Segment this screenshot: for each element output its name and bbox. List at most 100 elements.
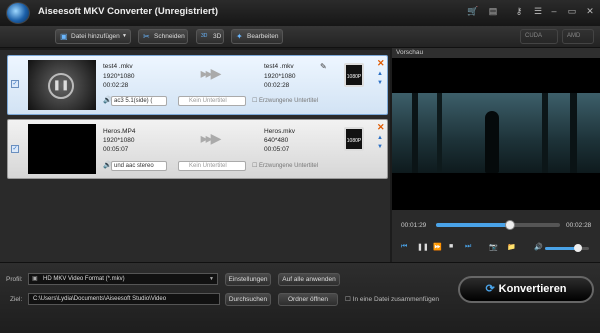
forced-subtitle-label: Erzwungene Untertitel xyxy=(259,163,319,169)
source-resolution: 1920*1080 xyxy=(103,137,135,144)
output-resolution: 640*480 xyxy=(264,137,289,144)
profile-format-icon: ▣ xyxy=(32,276,38,282)
edit-icon: ✦ xyxy=(236,32,243,41)
source-filename: test4 .mkv xyxy=(103,63,133,70)
scissors-icon: ✂ xyxy=(143,32,150,41)
close-icon[interactable]: ✕ xyxy=(584,5,596,17)
open-folder-button[interactable]: Ordner öffnen xyxy=(278,293,338,306)
source-duration: 00:05:07 xyxy=(103,146,129,153)
app-logo-icon xyxy=(6,2,30,24)
output-filename: Heros.mkv xyxy=(264,128,296,135)
chevron-down-icon: ▼ xyxy=(209,276,214,282)
subtitle-select[interactable]: Kein Untertitel xyxy=(178,161,246,171)
profile-label: Profil: xyxy=(6,276,23,283)
move-down-icon[interactable]: ▼ xyxy=(377,144,383,150)
minimize-icon[interactable]: – xyxy=(548,5,560,17)
add-file-button[interactable]: ▣ Datei hinzufügen ▼ xyxy=(55,29,131,44)
move-down-icon[interactable]: ▼ xyxy=(377,80,383,86)
volume-handle[interactable] xyxy=(574,244,582,252)
format-badge: 1080P xyxy=(346,138,362,144)
open-folder-label: Ordner öffnen xyxy=(288,296,328,303)
output-format-icon[interactable]: 1080P xyxy=(344,63,364,87)
add-file-icon: ▣ xyxy=(60,32,68,41)
convert-arrow-icon: ▸▸▶ xyxy=(200,65,222,81)
convert-label: Konvertieren xyxy=(498,283,567,295)
3d-button[interactable]: 3D 3D xyxy=(196,29,224,44)
total-time: 00:02:28 xyxy=(566,222,592,229)
audio-track-value: und aac stereo xyxy=(114,163,154,169)
format-badge: 1080P xyxy=(346,74,362,80)
key-icon[interactable]: ⚷ xyxy=(513,5,525,17)
amd-badge: AMD xyxy=(562,29,594,44)
destination-input[interactable]: C:\Users\Lydia\Documents\Aiseesoft Studi… xyxy=(28,293,220,305)
volume-slider[interactable] xyxy=(545,247,589,250)
preview-header: Vorschau xyxy=(392,48,600,58)
edit-button[interactable]: ✦ Bearbeiten xyxy=(231,29,283,44)
snapshot-icon[interactable]: 📷 xyxy=(489,243,498,251)
forced-subtitle-checkbox[interactable]: ☐ Erzwungene Untertitel xyxy=(252,97,318,104)
remove-file-icon[interactable]: ✕ xyxy=(377,58,385,69)
apply-all-button[interactable]: Auf alle anwenden xyxy=(278,273,340,286)
add-file-label: Datei hinzufügen xyxy=(71,33,120,40)
pencil-icon[interactable]: ✎ xyxy=(320,62,327,71)
merge-label: In eine Datei zusammenfügen xyxy=(352,296,439,303)
output-resolution: 1920*1080 xyxy=(264,73,296,80)
3d-icon: 3D xyxy=(201,33,208,39)
move-up-icon[interactable]: ▲ xyxy=(377,71,383,77)
destination-label: Ziel: xyxy=(10,296,23,303)
file-checkbox[interactable]: ✓ xyxy=(11,145,19,153)
edit-label: Bearbeiten xyxy=(247,33,279,40)
video-thumbnail[interactable] xyxy=(28,124,96,174)
restore-icon[interactable]: ▭ xyxy=(566,5,578,17)
amd-label: AMD xyxy=(567,33,581,39)
video-frame xyxy=(392,93,600,173)
output-format-icon[interactable]: 1080P xyxy=(344,127,364,151)
pause-icon[interactable]: ❚❚ xyxy=(417,243,429,251)
playback-controls xyxy=(392,210,600,262)
audio-track-select[interactable]: ac3 5.1(side) ( xyxy=(111,96,167,106)
output-duration: 00:05:07 xyxy=(264,146,290,153)
cart-icon[interactable]: 🛒 xyxy=(467,5,479,17)
chevron-down-icon: ▼ xyxy=(122,33,127,39)
stop-icon[interactable]: ■ xyxy=(449,243,453,250)
audio-track-value: ac3 5.1(side) ( xyxy=(114,98,153,104)
cut-label: Schneiden xyxy=(154,33,185,40)
window-title: Aiseesoft MKV Converter (Unregistriert) xyxy=(38,6,219,17)
move-up-icon[interactable]: ▲ xyxy=(377,135,383,141)
forced-subtitle-checkbox[interactable]: ☐ Erzwungene Untertitel xyxy=(252,162,318,169)
seek-bar[interactable] xyxy=(436,223,560,227)
cuda-badge: CUDA xyxy=(520,29,558,44)
cut-button[interactable]: ✂ Schneiden xyxy=(138,29,188,44)
browse-label: Durchsuchen xyxy=(228,296,268,303)
previous-icon[interactable]: ⏮ xyxy=(401,243,407,251)
convert-arrow-icon: ▸▸▶ xyxy=(200,130,222,146)
audio-track-select[interactable]: und aac stereo xyxy=(111,161,167,171)
subtitle-value: Kein Untertitel xyxy=(189,163,227,169)
profile-select[interactable]: ▣ HD MKV Video Format (*.mkv) ▼ xyxy=(28,273,218,285)
fast-forward-icon[interactable]: ⏩ xyxy=(433,243,442,251)
3d-label: 3D xyxy=(213,33,222,40)
browse-button[interactable]: Durchsuchen xyxy=(225,293,271,306)
refresh-icon: ⟳ xyxy=(485,283,495,295)
settings-label: Einstellungen xyxy=(228,276,268,283)
forced-subtitle-label: Erzwungene Untertitel xyxy=(259,98,319,104)
next-icon[interactable]: ⏭ xyxy=(465,243,471,251)
profile-value: HD MKV Video Format (*.mkv) xyxy=(43,276,125,282)
volume-icon[interactable]: 🔊 xyxy=(534,243,543,251)
file-checkbox[interactable]: ✓ xyxy=(11,80,19,88)
convert-button[interactable]: ⟳ Konvertieren xyxy=(458,276,594,303)
merge-checkbox[interactable]: ☐ In eine Datei zusammenfügen xyxy=(345,295,439,303)
current-time: 00:01:29 xyxy=(401,222,427,229)
preview-video[interactable] xyxy=(392,58,600,210)
subtitle-value: Kein Untertitel xyxy=(189,98,227,104)
film-icon[interactable]: ▤ xyxy=(487,5,499,17)
subtitle-select[interactable]: Kein Untertitel xyxy=(178,96,246,106)
folder-icon[interactable]: 📁 xyxy=(507,243,516,251)
menu-icon[interactable]: ☰ xyxy=(532,5,544,17)
remove-file-icon[interactable]: ✕ xyxy=(377,122,385,133)
seek-bar-fill xyxy=(436,223,511,227)
play-icon[interactable]: ❚❚ xyxy=(48,73,74,99)
settings-button[interactable]: Einstellungen xyxy=(225,273,271,286)
apply-all-label: Auf alle anwenden xyxy=(282,276,336,283)
source-duration: 00:02:28 xyxy=(103,82,129,89)
